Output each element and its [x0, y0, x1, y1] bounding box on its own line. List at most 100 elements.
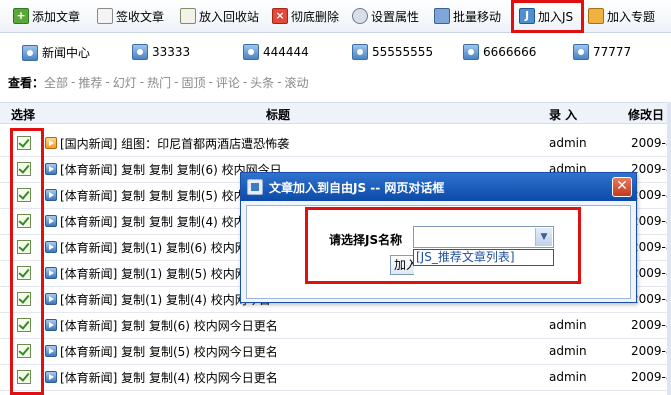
sign-article-label: 签收文章	[116, 9, 165, 24]
row-author: admin	[549, 318, 587, 332]
channel-label: 55555555	[372, 45, 434, 59]
row-date: 2009-8	[631, 188, 671, 202]
filter-pinned[interactable]: 固顶	[181, 74, 205, 91]
delete-button[interactable]: × 彻底删除	[272, 6, 339, 26]
batch-move-button[interactable]: 批量移动	[434, 6, 501, 26]
filter-separator: -	[105, 75, 110, 89]
article-icon	[45, 241, 57, 253]
row-date: 2009-8	[631, 370, 671, 384]
filter-all[interactable]: 全部	[44, 74, 68, 91]
article-icon	[45, 319, 57, 331]
article-icon	[45, 345, 57, 357]
set-attributes-button[interactable]: 设置属性	[352, 6, 419, 26]
channel-label: 33333	[152, 45, 191, 59]
row-date: 2009-8	[631, 162, 671, 176]
table-row: [体育新闻] 复制 复制(5) 校内网今日更名 admin 2009-8	[0, 339, 671, 365]
channel-33333[interactable]: 33333	[132, 44, 190, 60]
article-icon	[45, 163, 57, 175]
row-title[interactable]: [体育新闻] 复制 复制(4) 校内网今日更名	[60, 369, 278, 386]
channel-bar: 新闻中心 33333 444444 55555555 6666666 77777	[0, 37, 671, 67]
filter-separator: -	[139, 75, 145, 89]
channel-icon	[352, 44, 368, 60]
set-attributes-label: 设置属性	[371, 9, 420, 24]
recycle-bin-icon	[180, 8, 196, 24]
row-title[interactable]: [体育新闻] 复制 复制(6) 校内网今日更名	[60, 317, 278, 334]
filter-headline[interactable]: 头条	[250, 74, 274, 91]
filter-scrolling[interactable]: 滚动	[285, 74, 309, 91]
filter-hot[interactable]: 热门	[147, 74, 171, 91]
batch-move-icon	[434, 8, 450, 24]
filter-comments[interactable]: 评论	[216, 74, 240, 91]
channel-444444[interactable]: 444444	[243, 44, 309, 60]
header-title[interactable]: 标题	[266, 106, 290, 123]
channel-label: 6666666	[483, 45, 537, 59]
highlight-add-js	[511, 0, 584, 33]
delete-label: 彻底删除	[291, 9, 340, 24]
filter-separator: -	[242, 75, 248, 89]
channel-label: 新闻中心	[42, 46, 91, 60]
row-date: 2009-8	[631, 214, 671, 228]
row-title[interactable]: [国内新闻] 组图：印尼首都两酒店遭恐怖袭	[60, 135, 289, 152]
channel-icon	[573, 44, 589, 60]
row-author: admin	[549, 136, 587, 150]
add-topic-label: 加入专题	[607, 9, 656, 24]
batch-move-label: 批量移动	[453, 9, 502, 24]
filter-recommended[interactable]: 推荐	[78, 74, 102, 91]
channel-label: 444444	[263, 45, 309, 59]
table-row: [体育新闻] 复制 复制(4) 校内网今日更名 admin 2009-8	[0, 365, 671, 391]
dialog-titlebar[interactable]: 文章加入到自由JS -- 网页对话框 ✕	[241, 173, 636, 201]
article-icon	[45, 189, 57, 201]
row-date: 2009-8	[631, 240, 671, 254]
header-modified-date[interactable]: 修改日	[628, 106, 664, 123]
add-article-label: 添加文章	[32, 9, 81, 24]
row-date: 2009-8	[631, 318, 671, 332]
close-button[interactable]: ✕	[612, 177, 632, 197]
channel-icon	[243, 44, 259, 60]
filter-separator: -	[277, 75, 282, 89]
recycle-bin-label: 放入回收站	[199, 9, 260, 24]
channel-news-center[interactable]: 新闻中心	[22, 44, 90, 61]
add-article-button[interactable]: + 添加文章	[13, 6, 80, 26]
filter-separator: -	[208, 75, 213, 89]
header-select: 选择	[11, 108, 36, 122]
filter-separator: -	[174, 75, 179, 89]
right-edge	[667, 102, 671, 395]
view-filter-label: 查看：	[8, 75, 45, 90]
channel-6666666[interactable]: 6666666	[463, 44, 536, 60]
row-author: admin	[549, 370, 587, 384]
topic-icon	[588, 8, 604, 24]
row-author: admin	[549, 344, 587, 358]
table-row: [国内新闻] 组图：印尼首都两酒店遭恐怖袭 admin 2009-8	[0, 131, 671, 157]
view-filter: 查看： 全部 - 推荐 - 幻灯 - 热门 - 固顶 - 评论 - 头条 - 滚…	[8, 74, 309, 90]
header-author[interactable]: 录 入	[549, 106, 577, 123]
channel-label: 77777	[593, 45, 632, 59]
add-article-icon: +	[13, 8, 29, 24]
article-icon	[45, 293, 57, 305]
dialog-title: 文章加入到自由JS -- 网页对话框	[269, 181, 445, 195]
article-icon	[45, 137, 57, 149]
channel-77777[interactable]: 77777	[573, 44, 631, 60]
sign-article-button[interactable]: 签收文章	[97, 6, 164, 26]
row-date: 2009-8	[631, 292, 671, 306]
channel-55555555[interactable]: 55555555	[352, 44, 433, 60]
highlight-select-column	[10, 128, 44, 395]
recycle-bin-button[interactable]: 放入回收站	[180, 6, 259, 26]
row-date: 2009-8	[631, 344, 671, 358]
channel-icon	[132, 44, 148, 60]
article-icon	[45, 371, 57, 383]
article-icon	[45, 215, 57, 227]
add-topic-button[interactable]: 加入专题	[588, 6, 655, 26]
table-header: 选择 标题 录 入 修改日	[0, 102, 671, 124]
channel-icon	[463, 44, 479, 60]
delete-icon: ×	[272, 8, 288, 24]
filter-slideshow[interactable]: 幻灯	[113, 74, 137, 91]
row-title[interactable]: [体育新闻] 复制 复制(5) 校内网今日更名	[60, 343, 278, 360]
gear-icon	[352, 8, 368, 24]
dialog-window-icon	[247, 179, 263, 195]
filter-separator: -	[71, 75, 76, 89]
article-icon	[45, 267, 57, 279]
sign-article-icon	[97, 8, 113, 24]
row-date: 2009-8	[631, 266, 671, 280]
row-date: 2009-8	[631, 136, 671, 150]
channel-icon	[22, 44, 38, 61]
